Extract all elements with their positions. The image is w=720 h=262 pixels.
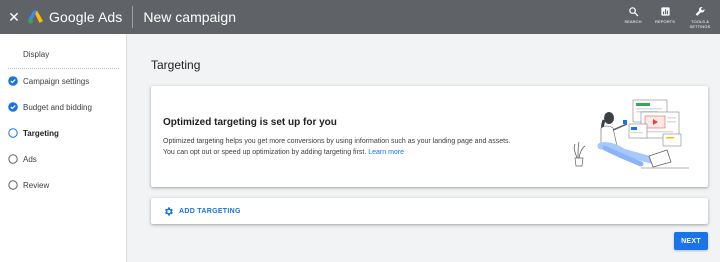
card-heading: Optimized targeting is set up for you bbox=[163, 117, 337, 128]
sidebar-item-ads[interactable]: Ads bbox=[0, 147, 126, 171]
sidebar-item-label: Ads bbox=[23, 154, 37, 164]
header-actions: SEARCH REPORTS TOOLS & SETTINGS bbox=[616, 0, 720, 34]
sidebar: Display Campaign settings Budget and bid… bbox=[0, 34, 127, 262]
gear-icon bbox=[163, 206, 174, 217]
sidebar-item-campaign-settings[interactable]: Campaign settings bbox=[0, 69, 126, 93]
tools-settings-button[interactable]: TOOLS & SETTINGS bbox=[682, 6, 718, 29]
card-description: Optimized targeting helps you get more c… bbox=[163, 136, 511, 158]
wrench-icon bbox=[695, 7, 705, 16]
card-description-line2: You can opt out or speed up optimization… bbox=[163, 149, 367, 156]
next-button[interactable]: NEXT bbox=[674, 232, 708, 250]
search-button[interactable]: SEARCH bbox=[618, 6, 648, 24]
reports-icon bbox=[660, 7, 670, 16]
learn-more-link[interactable]: Learn more bbox=[368, 149, 404, 156]
top-app-bar: ✕ Google Ads New campaign SEARCH REPORTS bbox=[0, 0, 720, 34]
open-circle-icon bbox=[8, 180, 18, 190]
optimized-targeting-card: Optimized targeting is set up for you Op… bbox=[151, 86, 708, 187]
search-icon bbox=[628, 7, 638, 17]
reports-label: REPORTS bbox=[655, 19, 675, 24]
sidebar-item-label: Review bbox=[23, 180, 50, 190]
tools-label-line2: SETTINGS bbox=[689, 24, 711, 29]
sidebar-item-label: Campaign settings bbox=[23, 76, 90, 86]
section-title: Targeting bbox=[151, 58, 201, 72]
check-circle-icon bbox=[8, 102, 18, 112]
current-step-circle-icon bbox=[8, 128, 18, 138]
open-circle-icon bbox=[8, 154, 18, 164]
sidebar-item-budget-and-bidding[interactable]: Budget and bidding bbox=[0, 95, 126, 119]
sidebar-item-review[interactable]: Review bbox=[0, 173, 126, 197]
add-targeting-label: ADD TARGETING bbox=[179, 207, 241, 215]
sidebar-item-targeting[interactable]: Targeting bbox=[0, 121, 126, 145]
check-circle-icon bbox=[8, 76, 18, 86]
close-icon[interactable]: ✕ bbox=[0, 0, 28, 34]
header-divider bbox=[132, 6, 134, 28]
add-targeting-button[interactable]: ADD TARGETING bbox=[151, 198, 708, 224]
card-description-line1: Optimized targeting helps you get more c… bbox=[163, 138, 511, 145]
app-name: Google Ads bbox=[49, 9, 123, 25]
page-title: New campaign bbox=[143, 9, 236, 25]
search-label: SEARCH bbox=[624, 19, 642, 24]
sidebar-item-label: Budget and bidding bbox=[23, 102, 92, 112]
sidebar-item-label: Targeting bbox=[23, 128, 59, 138]
person-with-laptop-illustration bbox=[573, 99, 689, 169]
google-ads-logo-icon bbox=[28, 10, 43, 24]
tools-settings-label: TOOLS & SETTINGS bbox=[690, 19, 711, 29]
google-ads-logo[interactable]: Google Ads bbox=[28, 9, 122, 25]
reports-button[interactable]: REPORTS bbox=[650, 6, 680, 24]
sidebar-section-display[interactable]: Display bbox=[23, 50, 49, 59]
